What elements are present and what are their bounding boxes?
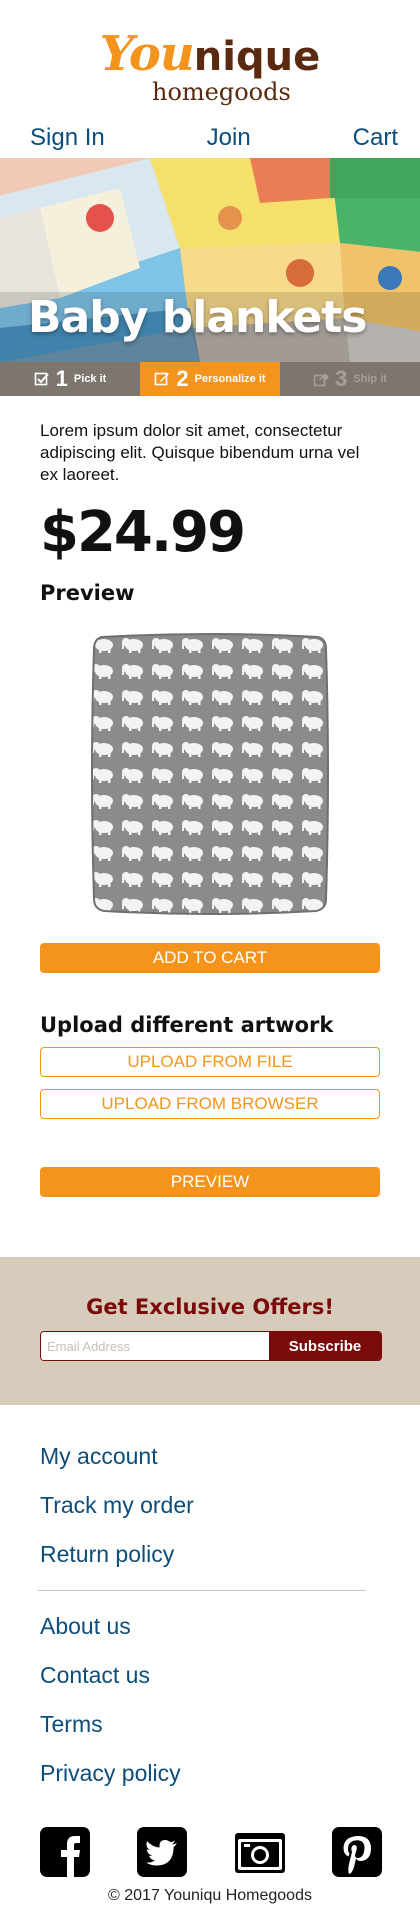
product-description: Lorem ipsum dolor sit amet, consectetur … xyxy=(40,421,360,484)
logo[interactable]: Younique xyxy=(0,26,420,82)
facebook-icon[interactable] xyxy=(40,1827,90,1877)
offers-title: Get Exclusive Offers! xyxy=(86,1295,334,1319)
preview-button[interactable]: PREVIEW xyxy=(40,1167,380,1197)
step-pick-it[interactable]: 1 Pick it xyxy=(0,362,140,396)
subscribe-form: Subscribe xyxy=(40,1331,382,1361)
camera-icon[interactable] xyxy=(234,1827,285,1877)
logo-nique: nique xyxy=(193,34,321,80)
subscribe-button[interactable]: Subscribe xyxy=(269,1332,381,1360)
about-us-link[interactable]: About us xyxy=(40,1613,380,1640)
hero-title: Baby blankets xyxy=(28,292,367,343)
hero-banner: Baby blankets xyxy=(0,158,420,362)
terms-link[interactable]: Terms xyxy=(40,1711,380,1738)
share-icon xyxy=(313,373,330,387)
preview-heading: Preview xyxy=(40,581,135,605)
step-ship-it[interactable]: 3 Ship it xyxy=(280,362,420,396)
add-to-cart-button[interactable]: ADD TO CART xyxy=(40,943,380,973)
track-order-link[interactable]: Track my order xyxy=(40,1492,380,1519)
step-personalize-it[interactable]: 2 Personalize it xyxy=(140,362,280,396)
step-label: Ship it xyxy=(353,373,387,385)
cart-link[interactable]: Cart xyxy=(353,124,398,152)
blanket-preview-image xyxy=(91,633,329,915)
upload-heading: Upload different artwork xyxy=(40,1013,334,1037)
return-policy-link[interactable]: Return policy xyxy=(40,1541,380,1568)
join-link[interactable]: Join xyxy=(207,124,251,152)
step-number: 1 xyxy=(55,366,68,391)
logo-homegoods: homegoods xyxy=(152,78,291,106)
footer-divider xyxy=(38,1590,366,1591)
step-label: Pick it xyxy=(73,373,107,385)
upload-from-browser-button[interactable]: UPLOAD FROM BROWSER xyxy=(40,1089,380,1119)
contact-us-link[interactable]: Contact us xyxy=(40,1662,380,1689)
my-account-link[interactable]: My account xyxy=(40,1443,380,1470)
upload-from-file-button[interactable]: UPLOAD FROM FILE xyxy=(40,1047,380,1077)
twitter-icon[interactable] xyxy=(137,1827,188,1877)
step-number: 2 xyxy=(176,366,189,391)
email-field[interactable] xyxy=(41,1332,269,1360)
site-footer: My account Track my order Return policy … xyxy=(0,1443,420,1787)
step-number: 3 xyxy=(335,366,348,391)
sign-in-link[interactable]: Sign In xyxy=(30,124,105,152)
edit-icon xyxy=(155,372,170,386)
social-links xyxy=(0,1827,420,1877)
step-tabs: 1 Pick it 2 Personalize it 3 Ship it xyxy=(0,362,420,396)
copyright-text: © 2017 Youniqu Homegoods xyxy=(108,1887,312,1904)
offers-section: Get Exclusive Offers! Subscribe xyxy=(0,1257,420,1405)
product-price: $24.99 xyxy=(40,500,246,565)
pinterest-icon[interactable] xyxy=(331,1827,382,1877)
top-nav: Sign In Join Cart xyxy=(0,118,420,158)
site-header: Younique homegoods xyxy=(0,0,420,118)
product-section: Lorem ipsum dolor sit amet, consectetur … xyxy=(0,420,420,1197)
logo-you: You xyxy=(99,26,195,82)
privacy-policy-link[interactable]: Privacy policy xyxy=(40,1760,380,1787)
step-label: Personalize it xyxy=(194,373,266,385)
checkbox-icon xyxy=(34,372,49,386)
